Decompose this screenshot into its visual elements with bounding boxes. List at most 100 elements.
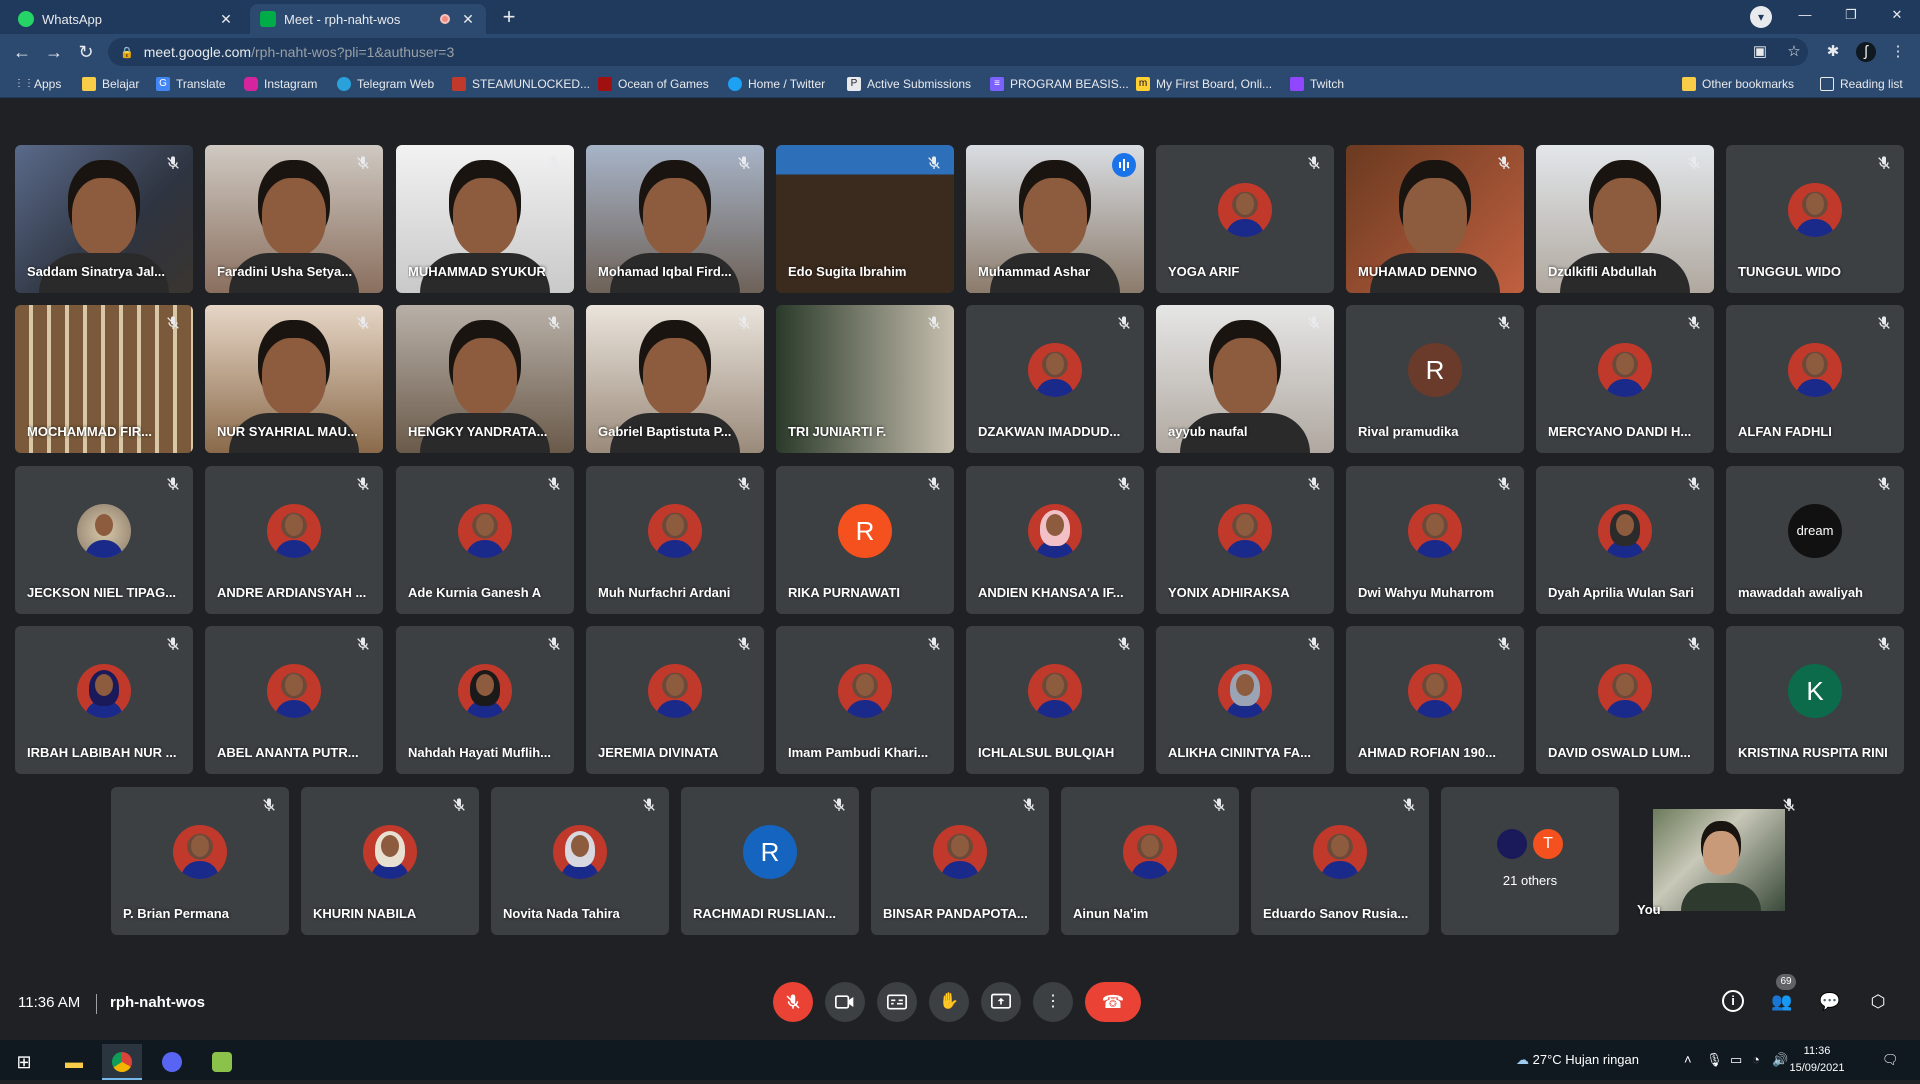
activities-button[interactable]: ⬡: [1866, 990, 1890, 1014]
participant-tile[interactable]: Eduardo Sanov Rusia...: [1251, 787, 1429, 935]
participant-tile[interactable]: ANDRE ARDIANSYAH ...: [205, 466, 383, 614]
participant-tile[interactable]: ALFAN FADHLI: [1726, 305, 1904, 453]
bookmark-program-beasis[interactable]: ≡ PROGRAM BEASIS...: [990, 75, 1129, 93]
android-emulator-taskbar-icon[interactable]: [202, 1044, 242, 1080]
participant-tile[interactable]: ABEL ANANTA PUTR...: [205, 626, 383, 774]
tab-meet[interactable]: Meet - rph-naht-wos ✕: [250, 4, 486, 34]
close-tab-icon[interactable]: ✕: [460, 11, 476, 28]
present-screen-button[interactable]: [981, 982, 1021, 1022]
bookmark-active-submissions[interactable]: P Active Submissions: [847, 75, 971, 93]
camera-button[interactable]: [825, 982, 865, 1022]
weather-widget[interactable]: ☁ 27°C Hujan ringan: [1516, 1052, 1639, 1068]
minimize-button[interactable]: —: [1782, 0, 1828, 30]
participant-tile[interactable]: K KRISTINA RUSPITA RINI: [1726, 626, 1904, 774]
bookmark-telegram[interactable]: Telegram Web: [337, 75, 434, 93]
raise-hand-button[interactable]: ✋: [929, 982, 969, 1022]
file-explorer-icon[interactable]: ▬: [54, 1044, 94, 1080]
participant-tile[interactable]: MUHAMMAD SYUKUR: [396, 145, 574, 293]
tab-search-icon[interactable]: ▾: [1750, 6, 1772, 28]
participant-tile[interactable]: Dzulkifli Abdullah: [1536, 145, 1714, 293]
close-tab-icon[interactable]: ✕: [218, 11, 234, 28]
taskbar-clock[interactable]: 11:36 15/09/2021: [1782, 1043, 1852, 1077]
people-button[interactable]: 👥: [1770, 990, 1794, 1014]
participant-tile[interactable]: Ade Kurnia Ganesh A: [396, 466, 574, 614]
participant-tile[interactable]: ANDIEN KHANSA'A IF...: [966, 466, 1144, 614]
menu-icon[interactable]: ⋮: [1888, 42, 1908, 62]
participant-tile[interactable]: YONIX ADHIRAKSA: [1156, 466, 1334, 614]
participant-tile[interactable]: R Rival pramudika: [1346, 305, 1524, 453]
restore-button[interactable]: ❐: [1828, 0, 1874, 30]
participant-tile[interactable]: NUR SYAHRIAL MAU...: [205, 305, 383, 453]
meeting-code[interactable]: rph-naht-wos: [110, 994, 205, 1011]
participant-tile[interactable]: Mohamad Iqbal Fird...: [586, 145, 764, 293]
battery-icon[interactable]: ▭: [1730, 1052, 1742, 1068]
windows-start-icon[interactable]: ⊞: [4, 1044, 44, 1080]
participant-tile[interactable]: KHURIN NABILA: [301, 787, 479, 935]
participant-tile[interactable]: JECKSON NIEL TIPAG...: [15, 466, 193, 614]
participant-tile[interactable]: Faradini Usha Setya...: [205, 145, 383, 293]
participant-tile[interactable]: Imam Pambudi Khari...: [776, 626, 954, 774]
bookmark-star-icon[interactable]: ☆: [1784, 42, 1804, 62]
tray-chevron-icon[interactable]: ˄: [1684, 1052, 1692, 1067]
more-options-button[interactable]: ⋮: [1033, 982, 1073, 1022]
bookmark-other[interactable]: Other bookmarks: [1682, 75, 1794, 93]
meeting-details-icon[interactable]: i: [1722, 990, 1744, 1012]
participant-tile[interactable]: Dwi Wahyu Muharrom: [1346, 466, 1524, 614]
microphone-off-button[interactable]: [773, 982, 813, 1022]
participant-tile[interactable]: HENGKY YANDRATA...: [396, 305, 574, 453]
participant-tile[interactable]: Ainun Na'im: [1061, 787, 1239, 935]
participant-tile[interactable]: AHMAD ROFIAN 190...: [1346, 626, 1524, 774]
participant-tile[interactable]: Muhammad Ashar: [966, 145, 1144, 293]
participant-tile[interactable]: DZAKWAN IMADDUD...: [966, 305, 1144, 453]
captions-button[interactable]: [877, 982, 917, 1022]
back-icon[interactable]: ←: [10, 40, 34, 64]
wifi-icon[interactable]: ◔: [1752, 1052, 1760, 1067]
discord-taskbar-icon[interactable]: [152, 1044, 192, 1080]
others-tile[interactable]: T 21 others: [1441, 787, 1619, 935]
participant-tile[interactable]: Muh Nurfachri Ardani: [586, 466, 764, 614]
bookmark-belajar[interactable]: Belajar: [82, 75, 139, 93]
participant-tile[interactable]: Saddam Sinatrya Jal...: [15, 145, 193, 293]
participant-tile[interactable]: BINSAR PANDAPOTA...: [871, 787, 1049, 935]
participant-tile[interactable]: Edo Sugita Ibrahim: [776, 145, 954, 293]
participant-tile[interactable]: JEREMIA DIVINATA: [586, 626, 764, 774]
participant-tile[interactable]: TRI JUNIARTI F.: [776, 305, 954, 453]
reload-icon[interactable]: ↻: [74, 40, 98, 64]
participant-tile[interactable]: ayyub naufal: [1156, 305, 1334, 453]
chrome-taskbar-icon[interactable]: [102, 1044, 142, 1080]
participant-tile[interactable]: Novita Nada Tahira: [491, 787, 669, 935]
participant-tile[interactable]: R RIKA PURNAWATI: [776, 466, 954, 614]
bookmark-twitter[interactable]: Home / Twitter: [728, 75, 825, 93]
participant-tile[interactable]: YOGA ARIF: [1156, 145, 1334, 293]
participant-tile[interactable]: MERCYANO DANDI H...: [1536, 305, 1714, 453]
participant-tile[interactable]: P. Brian Permana: [111, 787, 289, 935]
bookmark-translate[interactable]: G Translate: [156, 75, 226, 93]
participant-tile[interactable]: Nahdah Hayati Muflih...: [396, 626, 574, 774]
close-window-button[interactable]: ✕: [1874, 0, 1920, 30]
camera-in-use-icon[interactable]: ▣: [1750, 42, 1770, 62]
participant-tile[interactable]: dream mawaddah awaliyah: [1726, 466, 1904, 614]
participant-tile[interactable]: DAVID OSWALD LUM...: [1536, 626, 1714, 774]
profile-avatar[interactable]: ʃ: [1856, 42, 1876, 62]
reading-list-button[interactable]: Reading list: [1820, 75, 1903, 93]
bookmark-ocean-of-games[interactable]: Ocean of Games: [598, 75, 709, 93]
bookmark-miro[interactable]: m My First Board, Onli...: [1136, 75, 1272, 93]
notifications-icon[interactable]: 🗨: [1882, 1052, 1899, 1068]
self-view-tile[interactable]: You: [1631, 787, 1809, 935]
participant-tile[interactable]: Dyah Aprilia Wulan Sari: [1536, 466, 1714, 614]
participant-tile[interactable]: ALIKHA CININTYA FA...: [1156, 626, 1334, 774]
bookmark-twitch[interactable]: Twitch: [1290, 75, 1344, 93]
extensions-icon[interactable]: ✱: [1823, 42, 1843, 62]
bookmark-apps[interactable]: ⋮⋮ Apps: [14, 75, 61, 93]
participant-tile[interactable]: ICHLALSUL BULQIAH: [966, 626, 1144, 774]
participant-tile[interactable]: MOCHAMMAD FIR...: [15, 305, 193, 453]
bookmark-steamunlocked[interactable]: STEAMUNLOCKED...: [452, 75, 590, 93]
forward-icon[interactable]: →: [42, 40, 66, 64]
participant-tile[interactable]: MUHAMAD DENNO: [1346, 145, 1524, 293]
participant-tile[interactable]: TUNGGUL WIDO: [1726, 145, 1904, 293]
participant-tile[interactable]: R RACHMADI RUSLIAN...: [681, 787, 859, 935]
participant-tile[interactable]: IRBAH LABIBAH NUR ...: [15, 626, 193, 774]
tab-whatsapp[interactable]: WhatsApp ✕: [8, 4, 244, 34]
address-bar[interactable]: 🔒 meet.google.com /rph-naht-wos?pli=1&au…: [108, 38, 1808, 66]
chat-button[interactable]: 💬: [1818, 990, 1842, 1014]
